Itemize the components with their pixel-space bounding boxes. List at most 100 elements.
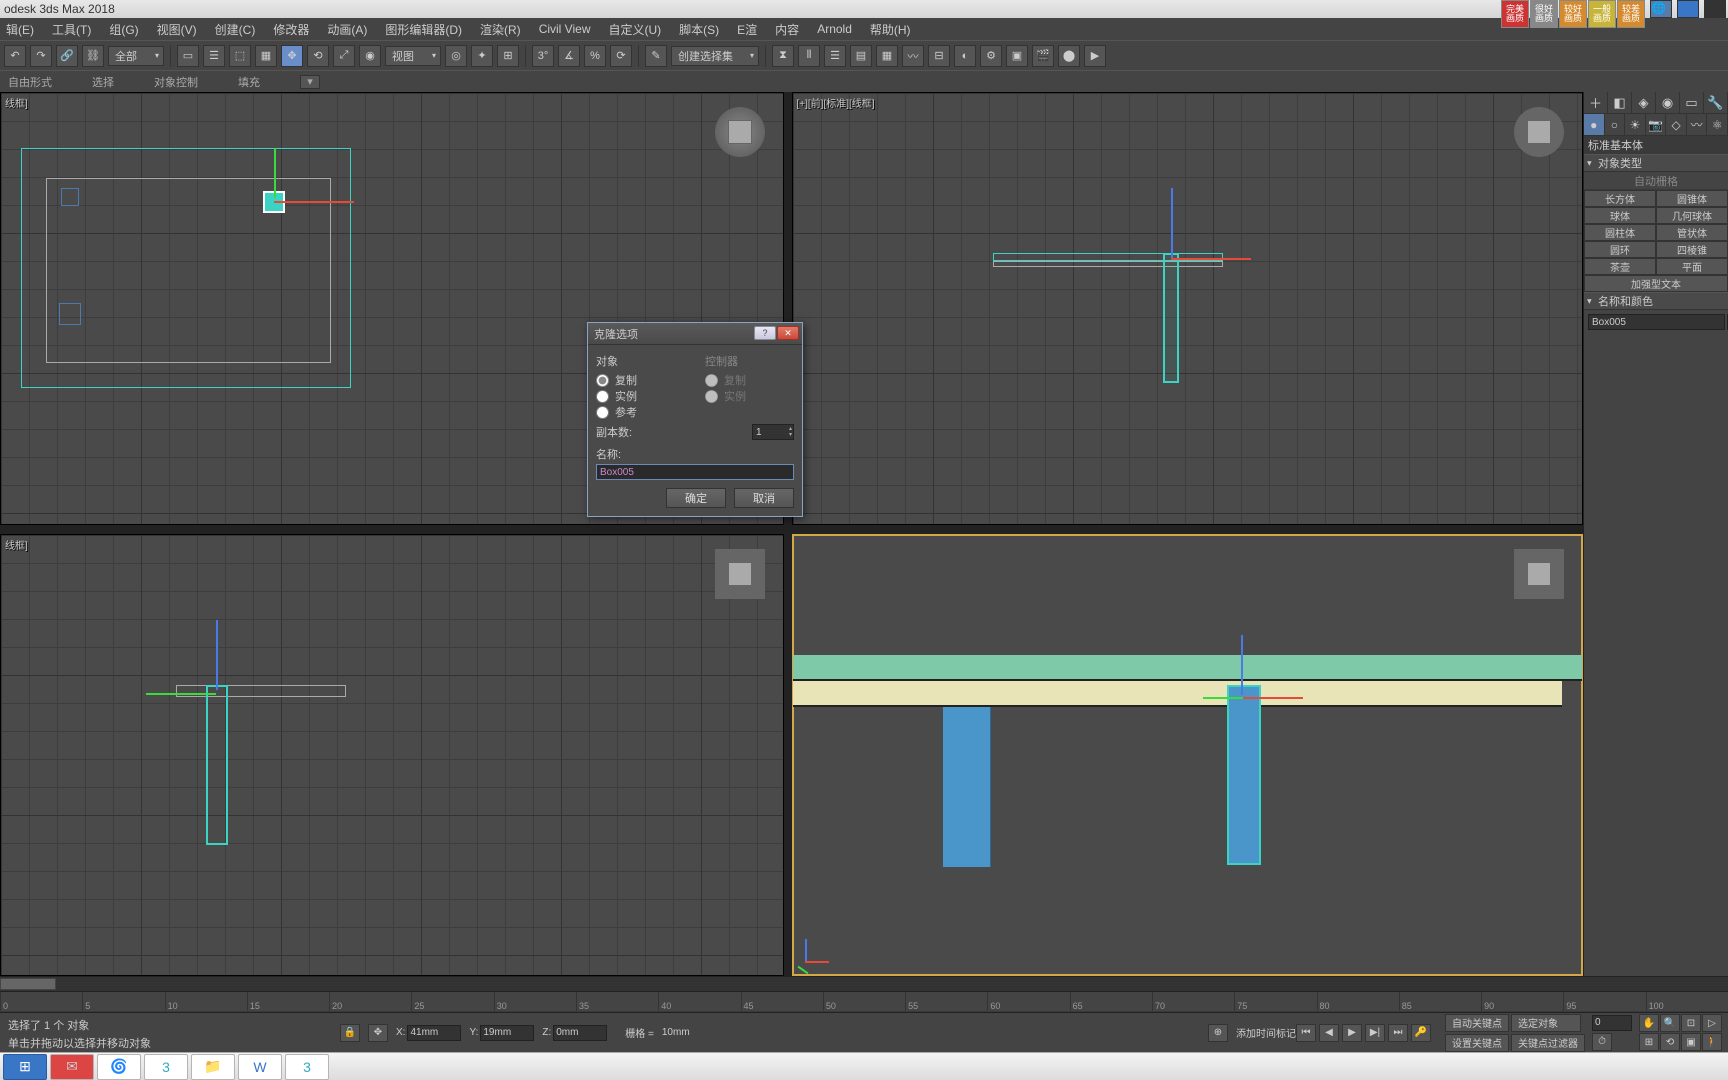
unlink-button[interactable]: ⛓ [82, 45, 104, 67]
snap-button[interactable]: ⊞ [497, 45, 519, 67]
clone-name-input[interactable] [596, 464, 794, 480]
cancel-button[interactable]: 取消 [734, 488, 794, 508]
dialog-help-button[interactable]: ? [754, 326, 776, 340]
helpers-category[interactable]: ◇ [1666, 114, 1687, 135]
cylinder-button[interactable]: 圆柱体 [1584, 224, 1656, 241]
move-button[interactable]: ✥ [281, 45, 303, 67]
link-button[interactable]: 🔗 [56, 45, 78, 67]
menu-customize[interactable]: 自定义(U) [608, 21, 661, 38]
start-button[interactable]: ⊞ [3, 1054, 47, 1080]
cameras-category[interactable]: 📷 [1646, 114, 1667, 135]
undo-button[interactable]: ↶ [4, 45, 26, 67]
z-coord-input[interactable] [553, 1025, 607, 1041]
filter-dropdown[interactable]: 全部 [108, 46, 164, 66]
scene-button[interactable]: ▤ [850, 45, 872, 67]
y-coord-input[interactable] [480, 1025, 534, 1041]
lights-category[interactable]: ☀ [1625, 114, 1646, 135]
key-mode-button[interactable]: 🔑 [1411, 1024, 1431, 1042]
time-slider-thumb[interactable] [0, 978, 56, 990]
autokey-button[interactable]: 自动关键点 [1445, 1014, 1509, 1032]
transform-mode-icon[interactable]: ✥ [368, 1024, 388, 1042]
zoom-ext-button[interactable]: ⊞ [1639, 1033, 1659, 1051]
x-coord-input[interactable] [407, 1025, 461, 1041]
mateditor-button[interactable]: ◐ [954, 45, 976, 67]
quality-badge-4[interactable]: 一般 画质 [1588, 0, 1616, 28]
render-setup-button[interactable]: ⚙ [980, 45, 1002, 67]
menu-animation[interactable]: 动画(A) [327, 21, 367, 38]
viewcube-icon[interactable] [715, 107, 765, 157]
snap3-button[interactable]: 3° [532, 45, 554, 67]
menu-views[interactable]: 视图(V) [157, 21, 197, 38]
cone-button[interactable]: 圆锥体 [1656, 190, 1728, 207]
menu-graph[interactable]: 图形编辑器(D) [385, 21, 462, 38]
timemark-icon[interactable]: ⊕ [1208, 1024, 1228, 1042]
viewcube-persp-icon[interactable] [1514, 549, 1564, 599]
menu-erender[interactable]: E渲 [737, 21, 757, 38]
select-region-button[interactable]: ⬚ [229, 45, 251, 67]
task-app-1[interactable]: ✉ [50, 1054, 94, 1080]
curve-button[interactable]: 〰 [902, 45, 924, 67]
fov-button[interactable]: ▷ [1702, 1014, 1722, 1032]
create-tab[interactable]: ＋ [1584, 92, 1608, 113]
add-timemark[interactable]: 添加时间标记 [1236, 1025, 1296, 1040]
align-button[interactable]: ⫴ [798, 45, 820, 67]
task-app-4[interactable]: 📁 [191, 1054, 235, 1080]
toggle-button[interactable]: ▦ [876, 45, 898, 67]
ribbon-object[interactable]: 对象控制 [154, 74, 198, 90]
viewport-persp[interactable] [792, 534, 1584, 976]
ok-button[interactable]: 确定 [666, 488, 726, 508]
menu-tools[interactable]: 工具(T) [52, 21, 91, 38]
selset-dropdown[interactable]: 创建选择集 [671, 46, 759, 66]
autogrid-checkbox[interactable]: 自动栅格 [1584, 172, 1728, 190]
menu-edit[interactable]: 辑(E) [6, 21, 34, 38]
psnap-button[interactable]: % [584, 45, 606, 67]
task-app-5[interactable]: W [238, 1054, 282, 1080]
quality-badge-1[interactable]: 完美 画质 [1501, 0, 1529, 28]
window-crossing-button[interactable]: ▦ [255, 45, 277, 67]
walk-button[interactable]: 🚶 [1702, 1033, 1722, 1051]
tube-button[interactable]: 管状体 [1656, 224, 1728, 241]
name-color-header[interactable]: 名称和颜色 [1584, 292, 1728, 310]
sys-icon-2[interactable] [1677, 0, 1699, 18]
dialog-close-button[interactable]: ✕ [777, 326, 799, 340]
play-button[interactable]: ▶ [1342, 1024, 1362, 1042]
systems-category[interactable]: ⚛ [1707, 114, 1728, 135]
zoom-button[interactable]: 🔍 [1660, 1014, 1680, 1032]
selset-button[interactable]: ✎ [645, 45, 667, 67]
menu-modifiers[interactable]: 修改器 [273, 21, 309, 38]
next-frame-button[interactable]: ▶| [1365, 1024, 1385, 1042]
refcoord-dropdown[interactable]: 视图 [385, 46, 441, 66]
viewport-front[interactable]: [+][前][标准][线框] [792, 92, 1584, 525]
zoom-all-button[interactable]: ⊡ [1681, 1014, 1701, 1032]
viewcube-front-icon[interactable] [1514, 107, 1564, 157]
ribbon-toggle[interactable]: ▾ [300, 75, 320, 89]
ribbon-select[interactable]: 选择 [92, 74, 114, 90]
spinner-button[interactable]: ⟳ [610, 45, 632, 67]
reference-radio[interactable]: 参考 [596, 404, 685, 420]
redo-button[interactable]: ↷ [30, 45, 52, 67]
quality-badge-5[interactable]: 较差 画质 [1617, 0, 1645, 28]
schematic-button[interactable]: ⊟ [928, 45, 950, 67]
torus-button[interactable]: 圆环 [1584, 241, 1656, 258]
render-frame-button[interactable]: ▣ [1006, 45, 1028, 67]
selobj-dropdown[interactable]: 选定对象 [1511, 1014, 1581, 1032]
scale-button[interactable]: ⤢ [333, 45, 355, 67]
shapes-category[interactable]: ○ [1605, 114, 1626, 135]
primitive-type-dropdown[interactable]: 标准基本体 [1584, 136, 1728, 154]
menu-arnold[interactable]: Arnold [817, 22, 852, 36]
goto-end-button[interactable]: ⏭ [1388, 1024, 1408, 1042]
menu-group[interactable]: 组(G) [109, 21, 138, 38]
time-ruler[interactable]: 0 5 10 15 20 25 30 35 40 45 50 55 60 65 … [0, 991, 1728, 1011]
menu-render[interactable]: 渲染(R) [480, 21, 521, 38]
select-name-button[interactable]: ☰ [203, 45, 225, 67]
render-button[interactable]: 🎬 [1032, 45, 1054, 67]
sphere-button[interactable]: 球体 [1584, 207, 1656, 224]
task-app-2[interactable]: 🌀 [97, 1054, 141, 1080]
space-category[interactable]: 〰 [1687, 114, 1708, 135]
copy-radio[interactable]: 复制 [596, 372, 685, 388]
lock-icon[interactable]: 🔒 [340, 1024, 360, 1042]
menu-civil[interactable]: Civil View [539, 22, 591, 36]
menu-content[interactable]: 内容 [775, 21, 799, 38]
viewcube-left-icon[interactable] [715, 549, 765, 599]
object-name-input[interactable] [1588, 314, 1725, 330]
